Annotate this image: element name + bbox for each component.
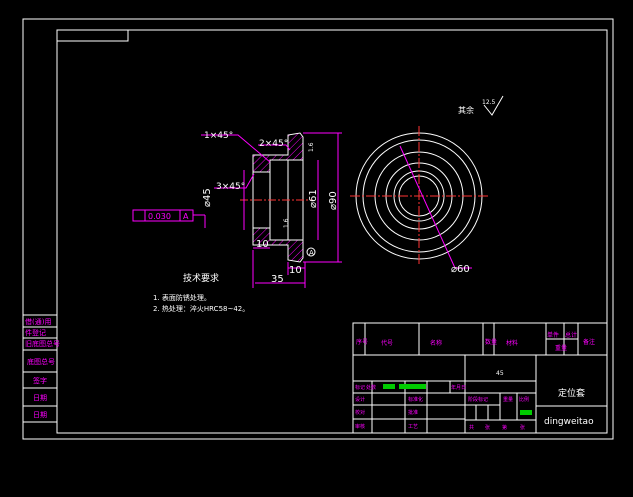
- roughness-label: 1.6: [283, 218, 290, 228]
- tolerance-datum: A: [183, 212, 189, 221]
- footer-label: 张: [520, 424, 525, 431]
- row-label: 标准化: [408, 396, 423, 403]
- header-cell: 单件: [547, 331, 559, 339]
- tech-req-item: 2. 热处理：淬火HRC58~42。: [153, 304, 249, 313]
- row-label: 审核: [355, 423, 365, 430]
- left-strip-cell: 签字: [33, 376, 47, 385]
- stage-label: 重量: [503, 396, 513, 403]
- revision-label: 处数: [366, 384, 376, 391]
- row-label: 设计: [355, 396, 365, 403]
- footer-label: 张: [485, 424, 490, 431]
- header-cell: 序号: [356, 338, 368, 346]
- green-cell: [520, 410, 532, 415]
- header-cell: 数量: [485, 338, 497, 346]
- tech-req-title: 技术要求: [183, 272, 219, 284]
- header-cell: 名称: [430, 339, 442, 347]
- stage-label: 阶段标记: [468, 396, 488, 403]
- green-cell: [383, 384, 395, 389]
- tolerance-value: 0.030: [148, 212, 171, 221]
- dim-diameter-45: ⌀45: [202, 188, 213, 207]
- roughness-note-value: 12.5: [482, 99, 496, 106]
- header-cell: 代号: [381, 339, 393, 347]
- header-cell: 材料: [506, 339, 518, 347]
- material: 45: [496, 370, 504, 377]
- row-label: 批准: [408, 409, 418, 416]
- left-strip-cell: 件登记: [25, 328, 46, 337]
- roughness-label: 1.6: [308, 142, 315, 152]
- footer-label: 共: [469, 424, 474, 431]
- part-name: 定位套: [558, 387, 585, 399]
- footer-label: 第: [502, 424, 507, 431]
- dim-chamfer-1: 1×45°: [204, 131, 233, 141]
- dim-diameter-90: ⌀90: [328, 191, 339, 210]
- left-strip-cell: 日期: [33, 411, 47, 419]
- left-strip-cell: 旧底图总号: [25, 339, 60, 348]
- dim-chamfer-2: 2×45°: [259, 139, 288, 149]
- left-strip-cell: 日期: [33, 394, 47, 402]
- stage-label: 比例: [519, 396, 529, 403]
- row-label: 工艺: [408, 424, 418, 430]
- drawing-number: dingweitao: [544, 417, 594, 427]
- dim-diameter-61: ⌀61: [308, 189, 319, 208]
- dim-chamfer-3: 3×45°: [216, 182, 245, 192]
- header-cell: 总计: [565, 331, 577, 339]
- dim-length-10-left: 10: [256, 239, 269, 250]
- roughness-note-label: 其余: [458, 105, 474, 115]
- left-strip-cell: 借(通)用: [25, 317, 51, 326]
- revision-label: 标记: [355, 384, 365, 391]
- dim-length-35: 35: [271, 274, 284, 285]
- tech-req-item: 1. 表面防锈处理。: [153, 293, 211, 302]
- left-strip-cell: 底图总号: [27, 357, 55, 366]
- dim-length-10-right: 10: [289, 265, 302, 276]
- header-cell: 备注: [583, 338, 595, 346]
- green-cell: [399, 384, 426, 389]
- revision-label: 年月日: [451, 384, 466, 391]
- cad-drawing-canvas: 借(通)用 件登记 旧底图总号 底图总号 签字 日期 日期 1×45° 2×45…: [0, 0, 633, 497]
- row-label: 校对: [355, 409, 365, 416]
- dim-diameter-60: ⌀60: [451, 264, 470, 275]
- header-cell: 重量: [555, 344, 567, 352]
